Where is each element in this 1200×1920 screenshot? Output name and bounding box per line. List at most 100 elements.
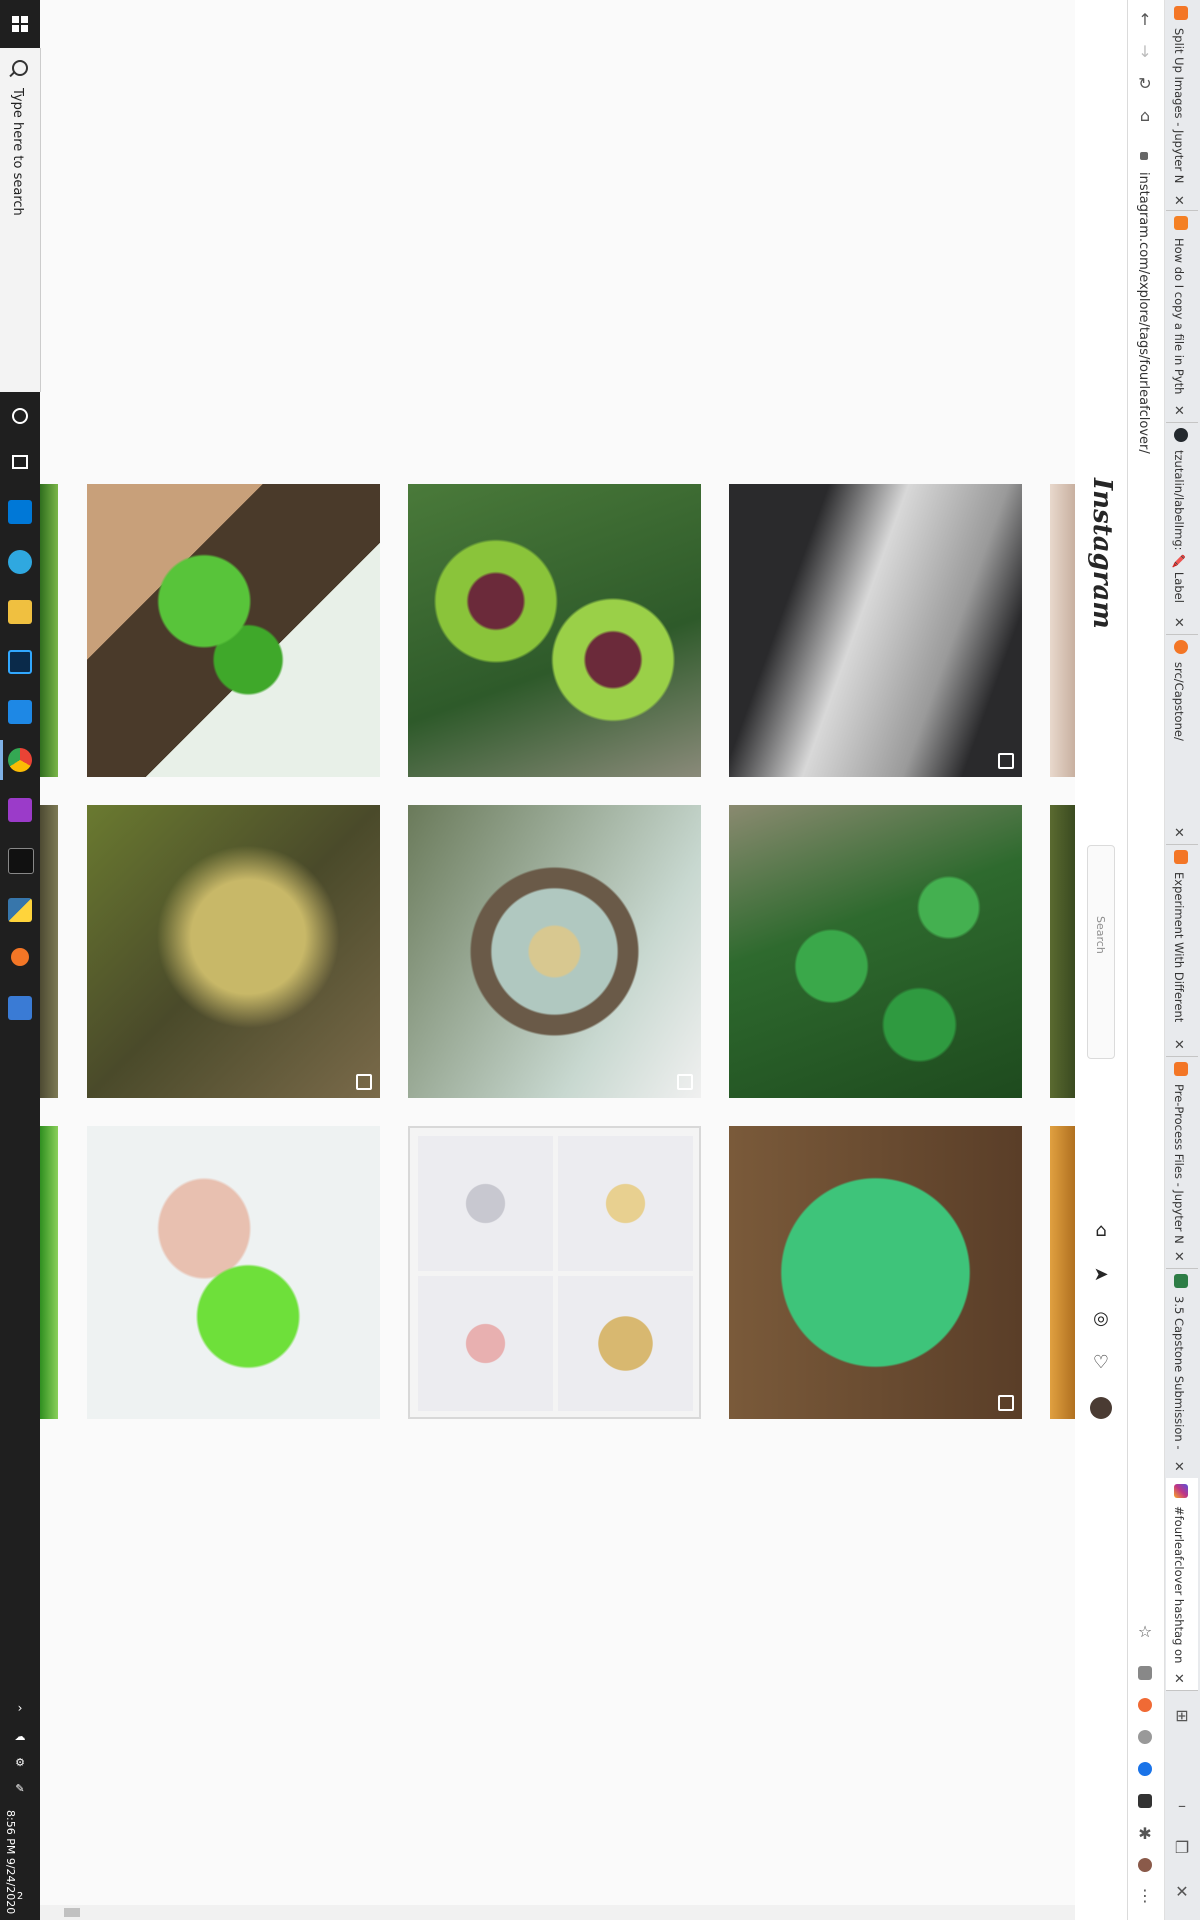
edge-icon[interactable] [8,550,32,574]
reload-icon[interactable]: ↻ [1133,74,1157,98]
minimize-icon[interactable]: – [1170,1796,1194,1820]
task-view-icon[interactable] [4,446,36,478]
calculator-icon[interactable] [8,996,32,1020]
profile-avatar[interactable] [1090,1397,1112,1419]
close-tab-icon[interactable]: ✕ [1174,1460,1185,1475]
address-bar[interactable]: instagram.com/explore/tags/fourleafclove… [1136,172,1151,454]
jupyter-icon[interactable] [11,948,29,966]
search-placeholder: Search [1094,916,1107,954]
multiple-photos-icon [998,753,1014,769]
photo-clover-nail-art[interactable] [87,1126,380,1419]
multiple-photos-icon [998,1395,1014,1411]
new-tab-icon[interactable]: ⊞ [1170,1706,1194,1730]
jupyter-favicon-icon [1174,640,1188,654]
photo-clover-charms-set[interactable] [408,1126,701,1419]
charm-silver [418,1136,553,1271]
close-window-icon[interactable]: ✕ [1170,1882,1194,1906]
tab[interactable]: Experiment With Different ✕ [1166,844,1198,1057]
grid-tile-partial-left[interactable] [40,1126,58,1419]
close-tab-icon[interactable]: ✕ [1174,616,1185,631]
charm-gold [558,1136,693,1271]
tab[interactable]: src/Capstone/ ✕ [1166,634,1198,845]
grid-tile-partial-right[interactable] [1050,1126,1075,1419]
tab-label: Experiment With Different [1172,872,1186,1023]
pen-icon[interactable]: ✎ [4,1772,36,1804]
photo-clover-tattoo-arm[interactable] [729,484,1022,777]
bookmark-star-icon[interactable]: ☆ [1133,1622,1157,1646]
extension-icon[interactable] [1138,1730,1152,1744]
tab-label: #fourleafclover hashtag on [1172,1506,1186,1664]
extensions-puzzle-icon[interactable]: ✱ [1133,1824,1157,1848]
photoshop-icon[interactable] [8,650,32,674]
tab-label: Split Up Images - Jupyter N [1172,28,1186,184]
stackoverflow-favicon-icon [1174,216,1188,230]
photo-four-leaf-clover-plant[interactable] [408,484,701,777]
close-tab-icon[interactable]: ✕ [1174,194,1185,209]
maximize-icon[interactable]: ❐ [1170,1838,1194,1862]
menu-dots-icon[interactable]: ⋮ [1133,1886,1157,1910]
close-tab-icon[interactable]: ✕ [1174,404,1185,419]
terminal-icon[interactable] [8,848,34,874]
photo-clover-resin-pendant[interactable] [87,805,380,1098]
tab[interactable]: Split Up Images - Jupyter N ✕ [1166,0,1198,211]
file-explorer-icon[interactable] [8,600,32,624]
extension-icon[interactable] [1138,1794,1152,1808]
tab-label: tzutalin/labelImg: 🖍️ Label [1172,450,1186,603]
activity-heart-icon[interactable]: ♡ [1089,1352,1113,1376]
tab-label: How do I copy a file in Pyth [1172,238,1186,395]
notification-icon[interactable]: 2 [4,1880,36,1912]
back-icon[interactable]: ↑ [1133,10,1157,34]
lock-icon[interactable] [1140,152,1148,160]
photo-clover-in-hand[interactable] [87,484,380,777]
photo-pressed-flower-frame[interactable] [408,805,701,1098]
store-icon[interactable] [8,500,32,524]
multiple-photos-icon [356,1074,372,1090]
course-favicon-icon [1174,1274,1188,1288]
chrome-icon[interactable] [8,748,32,772]
multiple-photos-icon [677,1074,693,1090]
start-icon[interactable] [4,8,36,40]
windows-taskbar: Type here to search › ☁ ⚙ ✎ 8:56 PM 9/24… [0,0,41,1920]
taskbar-search-box[interactable]: Type here to search [0,48,41,392]
instagram-logo[interactable]: Instagram [1087,478,1117,629]
charm-rose [418,1276,553,1411]
grid-tile-partial-left[interactable] [40,484,58,777]
extension-icon[interactable] [1138,1698,1152,1712]
close-tab-icon[interactable]: ✕ [1174,826,1185,841]
close-tab-icon[interactable]: ✕ [1174,1672,1185,1687]
jupyter-favicon-icon [1174,1062,1188,1076]
horizontal-scrollbar[interactable] [40,1905,1075,1920]
profile-icon[interactable] [1138,1858,1152,1872]
grid-tile-partial-right[interactable] [1050,484,1075,777]
tab[interactable]: 3.5 Capstone Submission - ✕ [1166,1268,1198,1479]
direct-message-icon[interactable]: ➤ [1089,1264,1113,1288]
close-tab-icon[interactable]: ✕ [1174,1250,1185,1265]
onenote-icon[interactable] [8,798,32,822]
github-favicon-icon [1174,428,1188,442]
active-app-indicator [0,740,3,780]
extension-icon[interactable] [1138,1666,1152,1680]
home-button-icon[interactable]: ⌂ [1133,106,1157,130]
tab-label: Pre-Process Files - Jupyter N [1172,1084,1186,1244]
extension-icon[interactable] [1138,1762,1152,1776]
tab[interactable]: Pre-Process Files - Jupyter N ✕ [1166,1056,1198,1269]
scrollbar-thumb[interactable] [64,1908,80,1917]
grid-tile-partial-right[interactable] [1050,805,1075,1098]
clock-time: 8:56 PM [4,1810,17,1855]
home-icon[interactable]: ⌂ [1089,1220,1113,1244]
tab[interactable]: How do I copy a file in Pyth ✕ [1166,210,1198,423]
explore-compass-icon[interactable]: ◎ [1089,1308,1113,1332]
instagram-search-input[interactable]: Search [1087,845,1115,1059]
close-tab-icon[interactable]: ✕ [1174,1038,1185,1053]
python-icon[interactable] [8,898,32,922]
grid-tile-partial-left[interactable] [40,805,58,1098]
search-icon [12,60,28,76]
charm-large-gold [558,1276,693,1411]
cortana-icon[interactable] [4,400,36,432]
tab[interactable]: tzutalin/labelImg: 🖍️ Label ✕ [1166,422,1198,635]
app-icon[interactable] [8,700,32,724]
photo-clover-patch-ground[interactable] [729,805,1022,1098]
photo-green-tshirt[interactable] [729,1126,1022,1419]
forward-icon[interactable]: ↓ [1133,42,1157,66]
tab-active[interactable]: #fourleafclover hashtag on ✕ [1166,1478,1198,1691]
